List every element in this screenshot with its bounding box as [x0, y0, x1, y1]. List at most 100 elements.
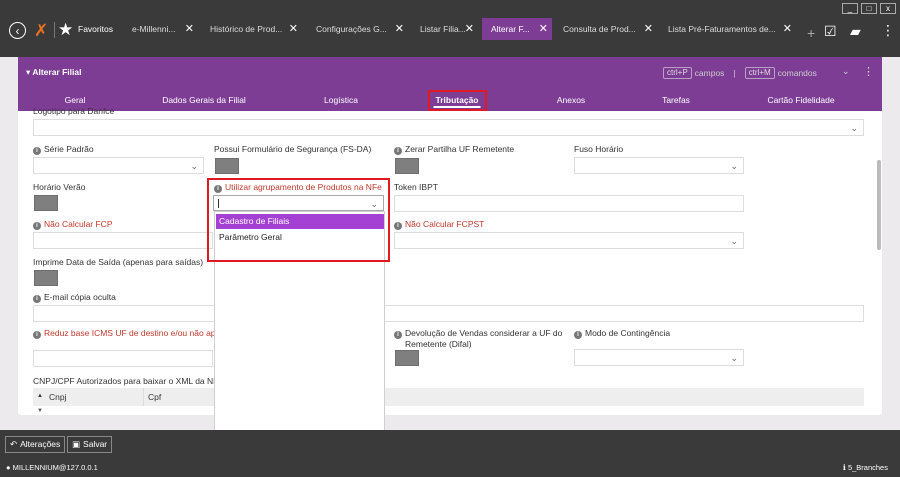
info-icon: i — [394, 147, 402, 155]
shortcut-key: ctrl+P — [663, 67, 692, 79]
tab-historico-produtos[interactable]: Histórico de Prod... ✕ — [206, 18, 302, 40]
tab-dados-gerais[interactable]: Dados Gerais da Filial — [162, 95, 246, 105]
star-icon[interactable]: ★ — [58, 20, 73, 40]
close-icon[interactable]: ✕ — [185, 18, 194, 40]
close-icon[interactable]: ✕ — [539, 18, 548, 40]
info-icon: i — [33, 147, 41, 155]
branch-status: ℹ 5_Branches — [843, 463, 888, 472]
clipboard-check-icon[interactable]: ☑ — [824, 23, 837, 39]
nao-calcular-fcpst-select[interactable]: ⌄ — [394, 232, 744, 249]
close-icon[interactable]: ✕ — [644, 18, 653, 40]
tab-cartao-fidelidade[interactable]: Cartão Fidelidade — [767, 95, 834, 105]
tab-label: Configurações G... — [316, 24, 387, 34]
favorites-label[interactable]: Favoritos — [78, 24, 113, 34]
label-text: Devolução de Vendas considerar a UF do — [405, 328, 563, 338]
nao-calcular-fcp-select[interactable] — [33, 232, 213, 249]
horario-verao-label: Horário Verão — [33, 182, 86, 192]
possui-formulario-label: Possui Formulário de Segurança (FS-DA) — [214, 144, 372, 154]
alteracoes-button[interactable]: ↶ Alterações — [5, 436, 66, 453]
cnpj-autorizados-label: CNPJ/CPF Autorizados para baixar o XML d… — [33, 376, 224, 386]
save-label: Salvar — [83, 439, 108, 449]
user-icon: ● — [6, 463, 11, 472]
info-icon: i — [33, 331, 41, 339]
panel-title[interactable]: ▾ Alterar Filial — [26, 67, 81, 78]
label-text: Não Calcular FCPST — [405, 219, 485, 229]
undo-icon: ↶ — [10, 439, 18, 449]
info-bar-icon: ℹ — [843, 463, 846, 472]
cnpj-table-header: ▲ Cnpj Cpf — [33, 388, 864, 406]
possui-formulario-toggle[interactable] — [215, 158, 239, 174]
modo-contingencia-select[interactable]: ⌄ — [574, 349, 744, 366]
tab-label: Alterar F... — [491, 24, 530, 34]
tab-tarefas[interactable]: Tarefas — [662, 95, 690, 105]
scrollbar-thumb[interactable] — [877, 160, 881, 250]
email-copia-input[interactable] — [33, 305, 864, 322]
nao-calcular-fcp-label: i Não Calcular FCP — [33, 219, 113, 230]
chevron-down-icon: ⌄ — [730, 353, 738, 363]
fuso-horario-select[interactable]: ⌄ — [574, 157, 744, 174]
column-header-cpf[interactable]: Cpf — [148, 392, 161, 402]
info-icon: i — [33, 295, 41, 303]
tab-listar-filiais[interactable]: Listar Filia... ✕ — [416, 18, 478, 40]
modo-contingencia-label: i Modo de Contingência — [574, 328, 670, 339]
column-header-cnpj[interactable]: Cnpj — [49, 392, 66, 402]
token-ibpt-label: Token IBPT — [394, 182, 438, 192]
user-text: MILLENNIUM@127.0.0.1 — [12, 463, 98, 472]
reduz-base-select[interactable] — [33, 350, 213, 367]
label-text: Remetente (Difal) — [405, 339, 472, 349]
bottom-bar: ↶ Alterações ▣ Salvar ● MILLENNIUM@127.0… — [0, 430, 900, 477]
back-icon[interactable]: ‹ — [9, 22, 26, 39]
tab-e-millennium[interactable]: e-Millenni... ✕ — [128, 18, 198, 40]
logotipo-select[interactable]: ⌄ — [33, 119, 864, 136]
horario-verao-toggle[interactable] — [34, 195, 58, 211]
minimize-button[interactable]: _ — [842, 3, 858, 14]
shortcut-label: campos — [694, 68, 725, 78]
label-text: Série Padrão — [44, 144, 94, 154]
tab-configuracoes[interactable]: Configurações G... ✕ — [312, 18, 408, 40]
imprime-data-saida-label: Imprime Data de Saída (apenas para saída… — [33, 257, 204, 267]
panel-title-text: Alterar Filial — [32, 67, 82, 77]
serie-padrao-select[interactable]: ⌄ — [33, 157, 204, 174]
label-text: Modo de Contingência — [585, 328, 671, 338]
chevron-down-icon: ⌄ — [730, 236, 738, 246]
chevron-down-icon: ⌄ — [190, 161, 198, 171]
imprime-data-saida-toggle[interactable] — [34, 270, 58, 286]
save-button[interactable]: ▣ Salvar — [67, 436, 113, 453]
close-window-button[interactable]: x — [880, 3, 896, 14]
fuso-horario-label: Fuso Horário — [574, 144, 624, 154]
close-icon[interactable]: ✕ — [289, 18, 298, 40]
sort-up-icon[interactable]: ▲ — [37, 393, 43, 399]
nao-calcular-fcpst-label: i Não Calcular FCPST — [394, 219, 484, 230]
token-ibpt-input[interactable] — [394, 195, 744, 212]
close-icon[interactable]: ✕ — [783, 18, 792, 40]
tab-consulta-produtos[interactable]: Consulta de Prod... ✕ — [559, 18, 657, 40]
email-copia-label: i E-mail cópia oculta — [33, 292, 116, 303]
add-tab-icon[interactable]: + — [807, 25, 815, 41]
tab-logistica[interactable]: Logística — [324, 95, 358, 105]
reduz-base-label: i Reduz base ICMS UF de destino e/ou não … — [33, 328, 219, 339]
sort-down-icon[interactable]: ▼ — [37, 408, 43, 414]
tab-lista-pre-faturamentos[interactable]: Lista Pré-Faturamentos de... ✕ — [664, 18, 796, 40]
info-icon: i — [394, 331, 402, 339]
info-icon: i — [574, 331, 582, 339]
branch-text: 5_Branches — [847, 463, 888, 472]
close-icon[interactable]: ✕ — [395, 18, 404, 40]
tab-label: Consulta de Prod... — [563, 24, 636, 34]
chevron-down-icon[interactable]: ⌄ — [842, 66, 850, 77]
chat-icon[interactable]: ▰ — [850, 23, 861, 39]
tab-label: Histórico de Prod... — [210, 24, 283, 34]
shortcut-campos[interactable]: ctrl+P campos | ctrl+M comandos — [663, 67, 817, 79]
label-text: Não Calcular FCP — [44, 219, 113, 229]
label-text: E-mail cópia oculta — [44, 292, 116, 302]
more-vertical-icon[interactable]: ⋮ — [863, 65, 874, 78]
more-vertical-icon[interactable]: ⋮ — [881, 22, 895, 38]
close-icon[interactable]: ✕ — [465, 18, 474, 40]
shortcut-label: comandos — [777, 68, 817, 78]
tab-anexos[interactable]: Anexos — [557, 95, 585, 105]
zerar-partilha-toggle[interactable] — [395, 158, 419, 174]
devolucao-vendas-toggle[interactable] — [395, 350, 419, 366]
maximize-button[interactable]: □ — [861, 3, 877, 14]
tab-geral[interactable]: Geral — [65, 95, 86, 105]
column-divider — [143, 388, 144, 406]
tab-alterar-filial[interactable]: Alterar F... ✕ — [482, 18, 552, 40]
